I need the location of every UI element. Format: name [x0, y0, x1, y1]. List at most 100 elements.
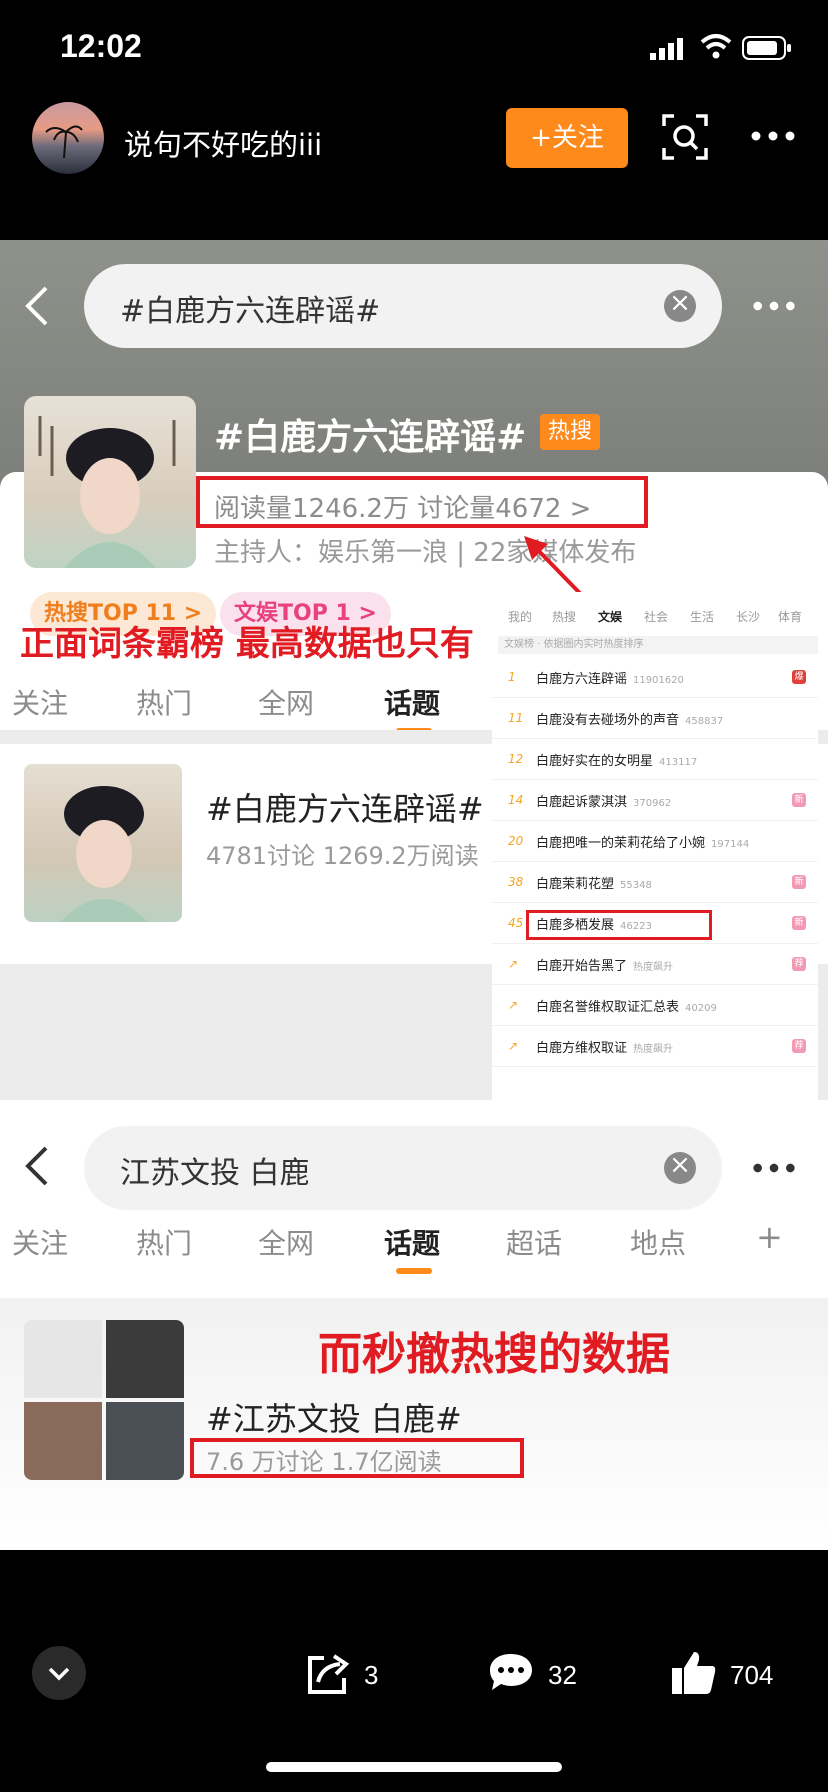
back-icon[interactable] [22, 1144, 52, 1188]
annotation-caption: 正面词条霸榜 最高数据也只有 [20, 624, 474, 664]
result-thumbnail [24, 1320, 184, 1480]
topic-cover-image [24, 396, 196, 568]
rank-row[interactable]: 12 白鹿好实在的女明星 413117 [492, 740, 818, 780]
tab-hot[interactable]: 热门 [136, 1222, 192, 1262]
scan-search-icon[interactable] [662, 114, 708, 160]
rank-row[interactable]: 20 白鹿把唯一的茉莉花给了小婉 197144 [492, 822, 818, 862]
portrait-image [38, 416, 176, 568]
result-title: #白鹿方六连辟谣# [206, 790, 484, 828]
rank-row[interactable]: 38 白鹿茉莉花塑 55348 新 [492, 863, 818, 903]
tab-topic[interactable]: 话题 [384, 682, 440, 722]
tab-hot[interactable]: 热门 [136, 682, 192, 722]
clear-icon[interactable] [664, 1150, 696, 1184]
back-icon[interactable] [22, 284, 52, 328]
rank-tab[interactable]: 我的 [508, 608, 532, 625]
more-icon[interactable] [750, 1158, 798, 1178]
rank-badge: 新 [792, 875, 806, 889]
author-bar: 说句不好吃的iii +关注 [0, 100, 828, 240]
rank-row[interactable]: ↗ 白鹿开始告黑了 热度飙升 荐 [492, 945, 818, 985]
topic-result[interactable]: 而秒撤热搜的数据 #江苏文投 白鹿# 7.6 万讨论 1.7亿阅读 [0, 1298, 828, 1550]
result-stats: 4781讨论 1269.2万阅读 [206, 842, 479, 870]
comment-icon[interactable] [486, 1650, 536, 1696]
wifi-icon [700, 34, 732, 59]
rank-tab[interactable]: 体育 [778, 608, 802, 625]
search-query: #白鹿方六连辟谣# [120, 294, 381, 329]
search-query: 江苏文投 白鹿 [120, 1156, 310, 1191]
follow-button[interactable]: +关注 [506, 108, 628, 168]
tab-topic[interactable]: 话题 [384, 1222, 440, 1262]
clock: 12:02 [60, 28, 142, 64]
rank-badge: 爆 [792, 670, 806, 684]
rank-tab[interactable]: 长沙 [736, 608, 760, 625]
tab-indicator [396, 1268, 432, 1274]
rank-row[interactable]: 1 白鹿方六连辟谣 11901620 爆 [492, 658, 818, 698]
rank-tab[interactable]: 生活 [690, 608, 714, 625]
rank-tab[interactable]: 文娱 [598, 608, 622, 625]
rank-row[interactable]: ↗ 白鹿方维权取证 热度飙升 荐 [492, 1027, 818, 1067]
tab-all[interactable]: 全网 [258, 1222, 314, 1262]
tab-follow[interactable]: 关注 [12, 682, 68, 722]
rank-tab[interactable]: 热搜 [552, 608, 576, 625]
rank-number: 20 [508, 834, 524, 848]
rank-heat: 热度飙升 [633, 1044, 674, 1055]
palm-tree-icon [45, 125, 83, 158]
battery-icon [742, 36, 791, 60]
rank-note: 文娱榜 · 依据圈内实时热度排序 [498, 636, 818, 654]
rank-badge: 荐 [792, 1039, 806, 1053]
signal-icon [650, 38, 683, 60]
rank-row[interactable]: ↗ 白鹿名誉维权取证汇总表 40209 [492, 986, 818, 1026]
rank-title-text: 白鹿名誉维权取证汇总表 [536, 1000, 680, 1015]
tab-super-topic[interactable]: 超话 [506, 1222, 562, 1262]
tab-bar: 关注 热门 全网 话题 超话 地点 + [0, 1212, 828, 1292]
highlight-box [190, 1438, 524, 1478]
rank-tab[interactable]: 社会 [644, 608, 668, 625]
author-name[interactable]: 说句不好吃的iii [124, 122, 322, 164]
collapse-button[interactable] [32, 1646, 86, 1700]
avatar[interactable] [32, 102, 104, 174]
comment-count: 32 [548, 1660, 577, 1690]
more-icon[interactable] [750, 296, 798, 316]
rank-heat: 55348 [620, 880, 652, 891]
tab-follow[interactable]: 关注 [12, 1222, 68, 1262]
like-count: 704 [730, 1660, 774, 1690]
second-screenshot: 江苏文投 白鹿 关注 热门 全网 话题 超话 地点 + 而秒撤热搜的数据 #江苏… [0, 1100, 828, 1550]
rank-badge: 新 [792, 916, 806, 930]
rank-title-text: 白鹿方六连辟谣 [536, 672, 628, 687]
rank-heat: 11901620 [633, 675, 684, 686]
portrait-image [60, 786, 148, 922]
rank-heat: 370962 [633, 798, 672, 809]
rank-number: ↗ [508, 998, 519, 1012]
rank-heat: 热度飙升 [633, 962, 674, 973]
clear-icon[interactable] [664, 288, 696, 322]
tab-add[interactable]: + [756, 1218, 783, 1256]
rank-number: ↗ [508, 1039, 519, 1053]
hot-badge: 热搜 [540, 414, 601, 450]
annotation-caption: 而秒撤热搜的数据 [318, 1329, 670, 1380]
search-input[interactable]: 江苏文投 白鹿 [84, 1126, 722, 1210]
tab-location[interactable]: 地点 [630, 1222, 686, 1262]
highlight-box [196, 476, 648, 528]
rank-row[interactable]: 14 白鹿起诉蒙淇淇 370962 新 [492, 781, 818, 821]
rank-title-text: 白鹿方维权取证 [536, 1041, 628, 1056]
rank-title: 白鹿方六连辟谣 11901620 [536, 668, 684, 687]
rank-heat: 197144 [711, 839, 750, 850]
like-icon[interactable] [670, 1648, 718, 1696]
rank-title: 白鹿开始告黑了 热度飙升 [536, 955, 673, 974]
more-icon[interactable] [748, 126, 798, 146]
rank-title: 白鹿方维权取证 热度飙升 [536, 1037, 673, 1056]
rank-title: 白鹿起诉蒙淇淇 370962 [536, 791, 671, 810]
chevron-down-icon [48, 1667, 70, 1681]
rank-title-text: 白鹿起诉蒙淇淇 [536, 795, 628, 810]
rank-title: 白鹿茉莉花塑 55348 [536, 873, 652, 892]
rank-title: 白鹿没有去碰场外的声音 458837 [536, 709, 723, 728]
rank-title: 白鹿名誉维权取证汇总表 40209 [536, 996, 717, 1015]
rank-row[interactable]: 11 白鹿没有去碰场外的声音 458837 [492, 699, 818, 739]
rank-title-text: 白鹿没有去碰场外的声音 [536, 713, 680, 728]
topic-title: #白鹿方六连辟谣# [214, 417, 527, 458]
embedded-screenshot: #白鹿方六连辟谣# #白鹿方六连辟谣# 热搜 阅读量1246.2万 讨论量467… [0, 240, 828, 1550]
share-icon[interactable] [304, 1652, 352, 1696]
status-bar: 12:02 [0, 0, 828, 100]
tab-all[interactable]: 全网 [258, 682, 314, 722]
search-input[interactable]: #白鹿方六连辟谣# [84, 264, 722, 348]
home-indicator[interactable] [266, 1762, 562, 1772]
